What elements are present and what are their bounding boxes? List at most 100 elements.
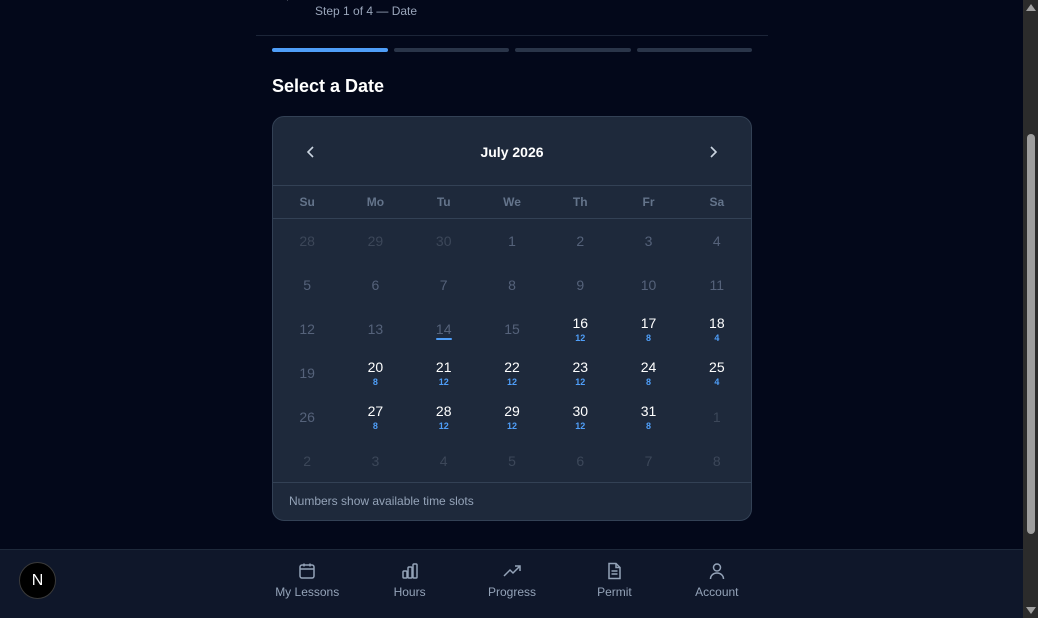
weekday-label: Mo xyxy=(366,195,385,209)
date-calendar: July 2026 Su Mo Tu We Th Fr Sa 28 29 30 1 2 3… xyxy=(272,116,752,521)
calendar-day: 7 xyxy=(614,439,682,483)
nav-account[interactable]: Account xyxy=(666,550,768,618)
calendar-day: 1 xyxy=(478,219,546,263)
scroll-thumb[interactable] xyxy=(1027,134,1035,534)
calendar-day-available[interactable]: 21 12 xyxy=(410,351,478,395)
calendar-day: 30 xyxy=(410,219,478,263)
calendar-day: 4 xyxy=(410,439,478,483)
day-number: 9 xyxy=(576,277,585,293)
calendar-day: 1 xyxy=(683,395,751,439)
calendar-header: July 2026 xyxy=(273,117,751,186)
step-indicator: Step 1 of 4 — Date xyxy=(315,4,418,18)
calendar-day: 6 xyxy=(546,439,614,483)
calendar-day: 8 xyxy=(478,263,546,307)
day-number: 2 xyxy=(303,453,312,469)
available-slots-count: 12 xyxy=(438,421,449,431)
calendar-day-available[interactable]: 18 4 xyxy=(683,307,751,351)
available-slots-count: 8 xyxy=(646,377,652,387)
document-icon xyxy=(608,562,622,580)
day-number: 4 xyxy=(439,453,448,469)
day-number: 10 xyxy=(640,277,657,293)
calendar-grid: 28 29 30 1 2 3 4 5 6 7 8 9 10 11 12 13 14 15 16 12 17 8 18 4 19 2… xyxy=(273,219,751,483)
weekday-label: Th xyxy=(572,195,588,209)
calendar-day: 4 xyxy=(683,219,751,263)
page: Step 1 of 4 — Date Select a Date July 20… xyxy=(0,0,1023,618)
available-slots-count: 12 xyxy=(506,377,517,387)
day-number: 13 xyxy=(367,321,384,337)
nav-label: My Lessons xyxy=(275,585,340,599)
calendar-day: 11 xyxy=(683,263,751,307)
day-number: 4 xyxy=(712,233,721,249)
day-number: 14 xyxy=(435,321,452,337)
calendar-day-available[interactable]: 22 12 xyxy=(478,351,546,395)
calendar-day: 12 xyxy=(273,307,341,351)
day-number: 27 xyxy=(367,403,384,419)
calendar-day-available[interactable]: 25 4 xyxy=(683,351,751,395)
calendar-day-available[interactable]: 23 12 xyxy=(546,351,614,395)
day-number: 30 xyxy=(435,233,452,249)
scroll-up-arrow-icon[interactable] xyxy=(1026,4,1036,11)
calendar-day: 3 xyxy=(341,439,409,483)
nav-my-lessons[interactable]: My Lessons xyxy=(256,550,358,618)
calendar-week-row: 5 6 7 8 9 10 11 xyxy=(273,263,751,307)
nextjs-badge[interactable]: N xyxy=(19,562,56,599)
calendar-day: 8 xyxy=(683,439,751,483)
calendar-day-available[interactable]: 28 12 xyxy=(410,395,478,439)
calendar-day-available[interactable]: 27 8 xyxy=(341,395,409,439)
calendar-week-row: 26 27 8 28 12 29 12 30 12 31 8 1 xyxy=(273,395,751,439)
calendar-day: 5 xyxy=(273,263,341,307)
day-number: 29 xyxy=(367,233,384,249)
progress-segment-2 xyxy=(393,48,509,52)
nav-hours[interactable]: Hours xyxy=(358,550,460,618)
calendar-day: 29 xyxy=(341,219,409,263)
available-slots-count: 12 xyxy=(575,377,586,387)
calendar-day-available[interactable]: 31 8 xyxy=(614,395,682,439)
weekday-label: Su xyxy=(299,195,315,209)
calendar-day-available[interactable]: 17 8 xyxy=(614,307,682,351)
available-slots-count: 12 xyxy=(575,333,586,343)
scroll-down-arrow-icon[interactable] xyxy=(1026,607,1036,614)
calendar-day: 5 xyxy=(478,439,546,483)
day-number: 7 xyxy=(644,453,653,469)
nav-label: Account xyxy=(695,585,739,599)
day-number: 25 xyxy=(709,359,725,375)
calendar-day: 10 xyxy=(614,263,682,307)
nav-permit[interactable]: Permit xyxy=(563,550,665,618)
calendar-day-available[interactable]: 24 8 xyxy=(614,351,682,395)
calendar-day: 6 xyxy=(341,263,409,307)
day-number: 8 xyxy=(508,277,516,293)
calendar-day-available[interactable]: 16 12 xyxy=(546,307,614,351)
day-number: 23 xyxy=(572,359,589,375)
available-slots-count: 8 xyxy=(372,421,378,431)
calendar-day: 3 xyxy=(614,219,682,263)
day-number: 28 xyxy=(435,403,452,419)
day-number: 8 xyxy=(712,453,721,469)
vertical-scrollbar[interactable] xyxy=(1023,0,1038,618)
calendar-day: 9 xyxy=(546,263,614,307)
calendar-week-row: 2 3 4 5 6 7 8 xyxy=(273,439,751,483)
calendar-day: 2 xyxy=(273,439,341,483)
calendar-day: 14 xyxy=(410,307,478,351)
calendar-day: 15 xyxy=(478,307,546,351)
day-number: 29 xyxy=(504,403,520,419)
calendar-day-available[interactable]: 20 8 xyxy=(341,351,409,395)
back-icon[interactable] xyxy=(284,0,296,6)
calendar-week-row: 28 29 30 1 2 3 4 xyxy=(273,219,751,263)
calendar-footer-note: Numbers show available time slots xyxy=(273,482,751,520)
weekday-label: Sa xyxy=(709,195,725,209)
nav-progress[interactable]: Progress xyxy=(461,550,563,618)
weekday-label: Tu xyxy=(436,195,451,209)
day-number: 3 xyxy=(644,233,653,249)
calendar-day-available[interactable]: 29 12 xyxy=(478,395,546,439)
progress-segment-3 xyxy=(515,48,631,52)
day-number: 7 xyxy=(439,277,448,293)
next-month-button[interactable] xyxy=(699,141,727,163)
available-slots-count: 4 xyxy=(714,333,720,343)
page-title: Select a Date xyxy=(272,76,385,96)
calendar-week-row: 12 13 14 15 16 12 17 8 18 4 xyxy=(273,307,751,351)
day-number: 16 xyxy=(572,315,589,331)
day-number: 26 xyxy=(299,409,315,425)
day-number: 5 xyxy=(508,453,516,469)
calendar-day-available[interactable]: 30 12 xyxy=(546,395,614,439)
step-header: Step 1 of 4 — Date xyxy=(256,0,768,36)
